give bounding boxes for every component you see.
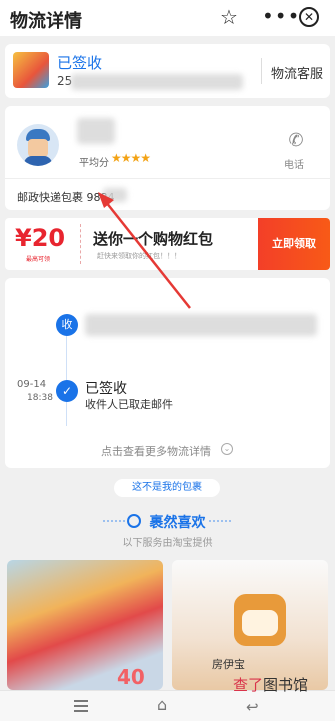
product-card[interactable]: 40张 [7, 560, 163, 690]
delivery-status-card: 已签收 25 物流客服 [5, 44, 330, 98]
rating-label: 平均分 [79, 158, 109, 169]
top-bar: 物流详情 ☆ ••• ✕ [0, 0, 335, 36]
back-icon[interactable]: ↩ [246, 698, 259, 716]
decorative-dots [103, 520, 125, 522]
coupon-amount: ¥20 最高可领 [15, 224, 75, 264]
recommend-title: 裹然喜欢 [149, 515, 206, 531]
recommend-subtitle: 以下服务由淘宝提供 [122, 538, 213, 549]
signed-status: 已签收 [85, 381, 127, 397]
logistics-timeline: 收 09-14 18:38 ✓ 已签收 收件人已取走邮件 点击查看更多物流详情 … [5, 278, 330, 468]
redacted-tracking-number [71, 74, 243, 90]
checkmark-icon: ✓ [56, 380, 78, 402]
phone-icon[interactable]: ✆ [285, 130, 307, 152]
redacted-courier-name [77, 118, 115, 144]
claim-red-packet-button[interactable]: 立即领取 [258, 218, 330, 270]
chevron-down-icon[interactable]: ⌄ [221, 443, 233, 455]
watermark: 查了图书馆 [233, 676, 309, 694]
product-price: 40张 [117, 665, 145, 689]
heart-icon [127, 514, 141, 528]
rating-stars: ★★★★ [111, 151, 151, 165]
delivery-status-label: 已签收 [57, 54, 103, 72]
recommend-header: 裹然喜欢 [0, 512, 335, 532]
tracking-number: 邮政快递包裹 9884 [17, 191, 115, 204]
more-logistics-link[interactable]: 点击查看更多物流详情 [101, 443, 211, 459]
page-title: 物流详情 [10, 11, 82, 32]
signed-description: 收件人已取走邮件 [85, 398, 173, 411]
signed-date: 09-14 [17, 379, 47, 390]
product-image [242, 610, 278, 636]
decorative-dots [209, 520, 231, 522]
redacted-tracking-suffix [103, 188, 127, 202]
home-icon[interactable]: ⌂ [157, 697, 175, 713]
tracking-number-prefix: 25 [57, 74, 73, 88]
phone-label[interactable]: 电话 [284, 156, 304, 171]
promo-title: 送你一个购物红包 [93, 230, 214, 248]
package-thumbnail [13, 52, 49, 88]
redacted-address [85, 314, 317, 336]
divider [261, 58, 262, 84]
red-packet-promo[interactable]: ¥20 最高可领 送你一个购物红包 赶快来领取你的红包！！！ 立即领取 [5, 218, 330, 270]
promo-subtitle: 赶快来领取你的红包！！！ [97, 252, 181, 260]
coupon-caption: 最高可领 [26, 256, 51, 263]
divider [80, 224, 81, 264]
divider [5, 178, 330, 179]
coupon-value: ¥20 [15, 224, 66, 252]
favorite-star-icon[interactable]: ☆ [220, 5, 238, 29]
product-card[interactable]: 房伊宝 [172, 560, 328, 690]
logistics-service-button[interactable]: 物流客服 [271, 63, 323, 82]
courier-card: 平均分 ★★★★ ✆ 电话 邮政快递包裹 9884 [5, 106, 330, 210]
more-options-icon[interactable]: ••• [262, 4, 300, 28]
product-brand: 房伊宝 [212, 658, 245, 671]
signed-time: 18:38 [27, 393, 53, 403]
collect-badge-icon: 收 [56, 314, 78, 336]
menu-icon[interactable] [74, 700, 88, 712]
close-icon[interactable]: ✕ [299, 7, 319, 27]
not-my-package-button[interactable]: 这不是我的包裹 [114, 479, 220, 497]
courier-avatar [17, 124, 59, 166]
